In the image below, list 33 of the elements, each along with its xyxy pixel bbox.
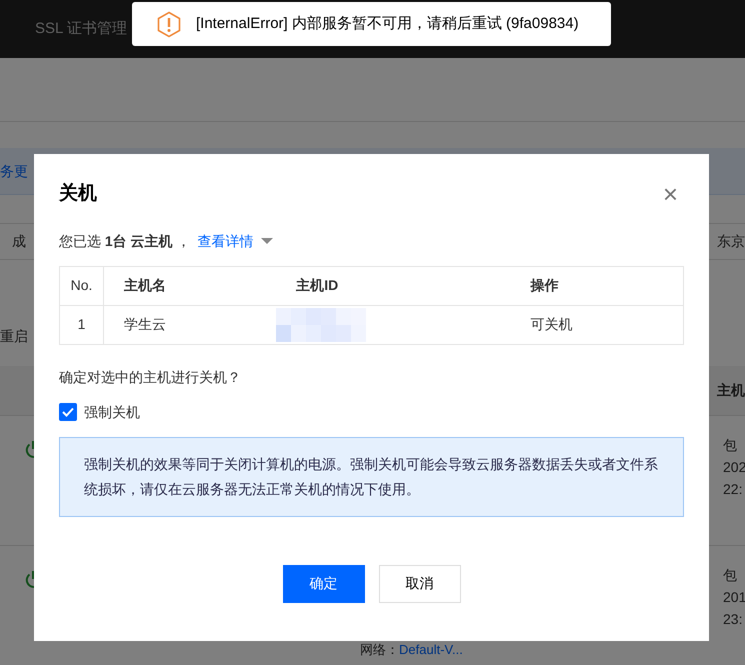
restart-button[interactable]: 重启 (0, 326, 28, 346)
table-cell: 可关机 (510, 305, 684, 344)
cell-text: 包 (723, 566, 738, 585)
dialog-title: 关机 (59, 182, 97, 206)
toast-message: [InternalError] 内部服务暂不可用，请稍后重试 (9fa09834) (196, 14, 579, 34)
warning-notice: 强制关机的效果等同于关闭计算机的电源。强制关机可能会导致云服务器数据丢失或者文件系统损坏，请仅在云服务器无法正常关机的情况下使用。 (59, 436, 684, 516)
cancel-button[interactable]: 取消 (378, 564, 460, 602)
banner-text: 务更 (0, 162, 28, 180)
checkbox[interactable] (59, 403, 77, 421)
column-header: 主机名 (104, 266, 276, 305)
checkbox-label: 强制关机 (84, 402, 140, 422)
details-link[interactable]: 查看详情 (197, 230, 254, 252)
cell-text: 23: (723, 610, 744, 629)
region-tab[interactable]: 东京 (717, 231, 745, 252)
column-header: No. (60, 266, 104, 305)
caret-icon[interactable] (261, 237, 274, 245)
close-button[interactable]: × (656, 181, 684, 208)
power-icon (24, 570, 34, 588)
cell-text: 22: (723, 480, 744, 499)
column-header: 主机 (717, 381, 745, 400)
region-tab[interactable]: 成 (12, 231, 26, 252)
power-icon (24, 440, 34, 458)
nav-item[interactable]: SSL 证书管理 (35, 18, 127, 40)
table-cell: 1 (60, 305, 104, 344)
selection-summary: 您已选 1台 云主机 ， (59, 232, 190, 250)
confirm-question: 确定对选中的主机进行关机？ (59, 368, 242, 386)
column-header: 操作 (510, 266, 684, 305)
warning-icon (156, 10, 182, 38)
network-label: 网络： (360, 642, 399, 657)
network-link[interactable]: Default-V... (399, 642, 463, 657)
cell-text: 包 (723, 436, 738, 455)
confirm-button[interactable]: 确定 (282, 564, 364, 602)
column-header: 主机ID (276, 266, 511, 305)
